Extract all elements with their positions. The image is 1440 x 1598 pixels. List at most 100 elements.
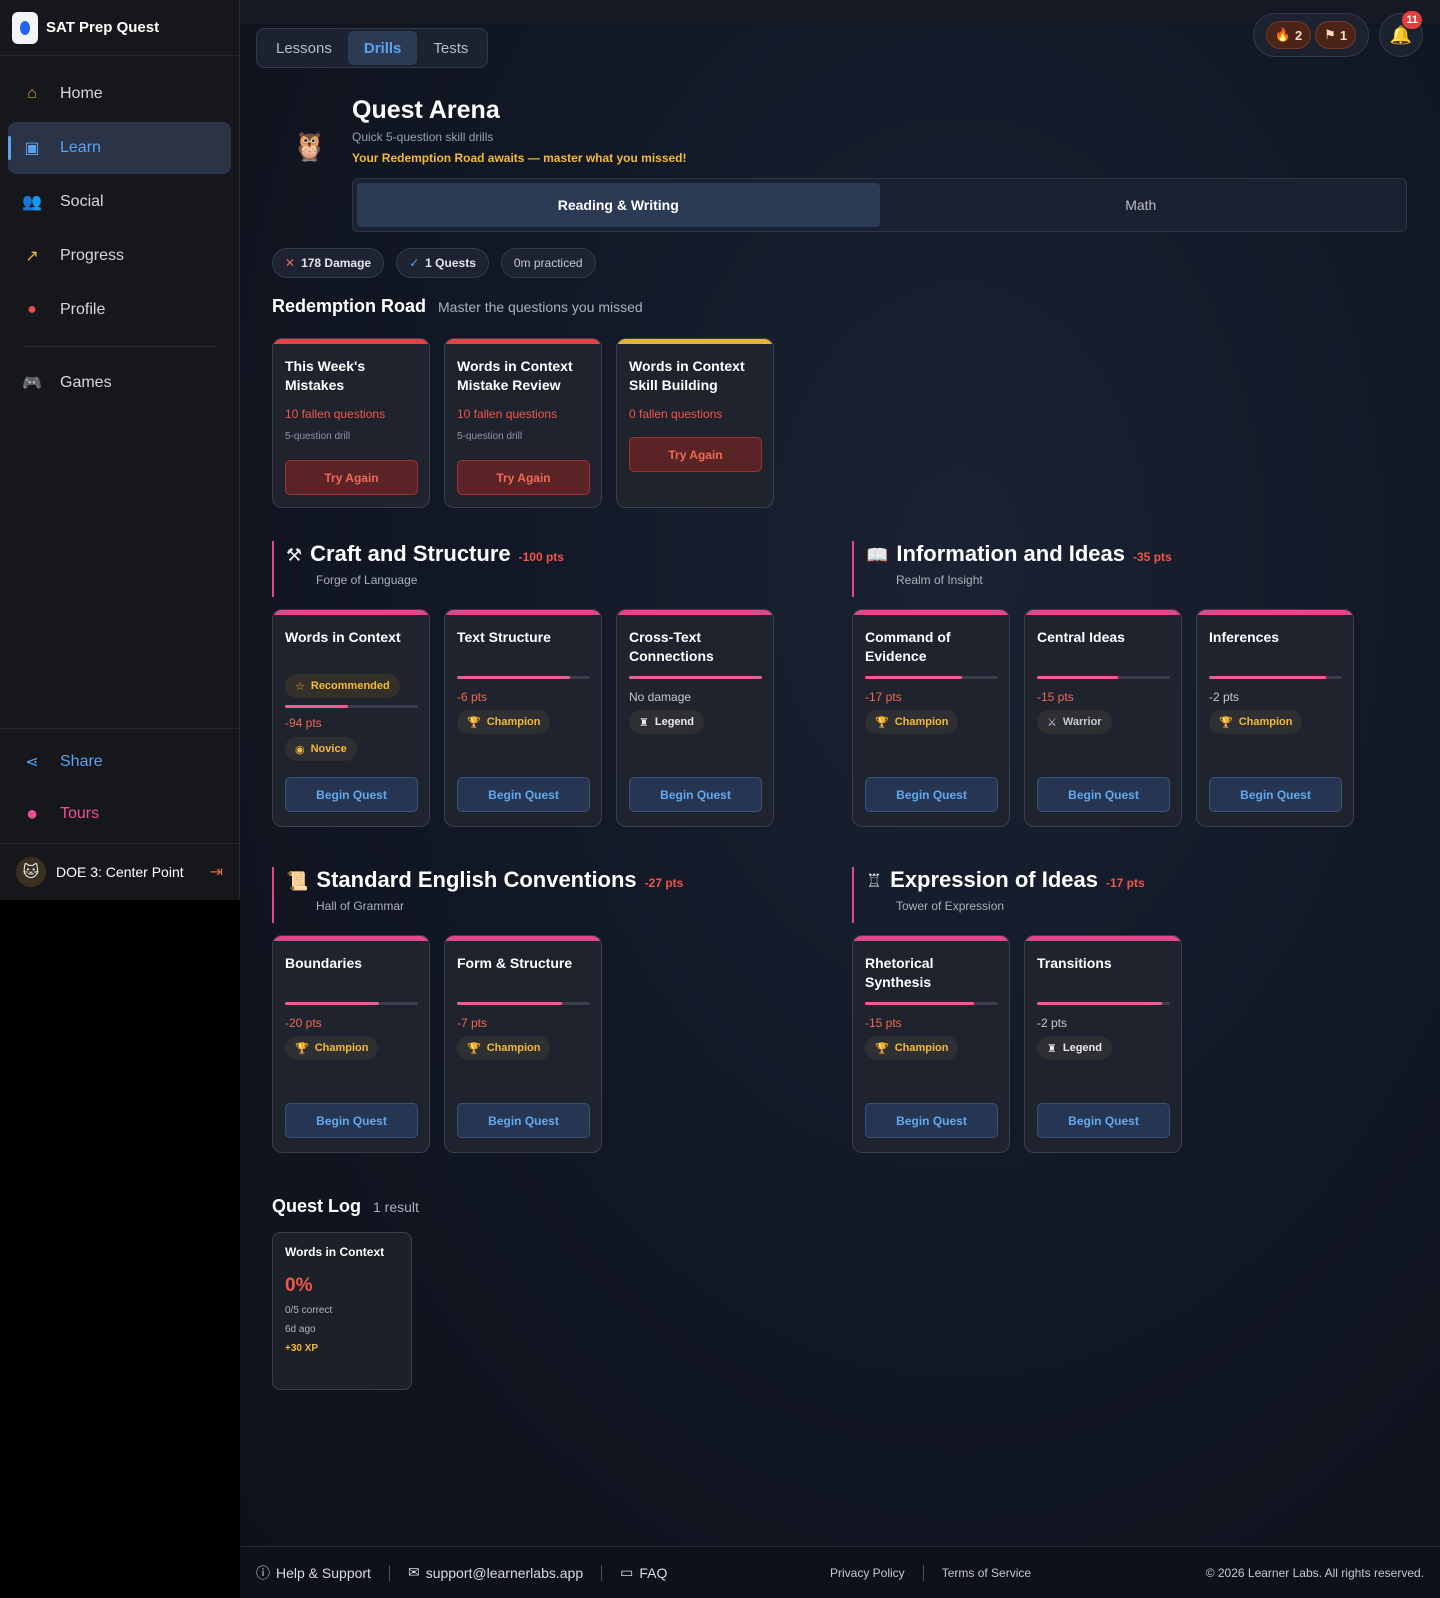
quest-stat[interactable]: ⚑ 1 [1315,21,1357,49]
nav-label: Progress [60,247,125,264]
progress-bar [285,705,418,708]
entry-xp: +30 XP [285,1343,319,1354]
castle-icon: ♜ [639,716,649,729]
trend-up-icon: ↗ [25,248,39,265]
begin-quest-button[interactable]: Begin Quest [1037,1103,1170,1138]
nav-item-tours[interactable]: ● Tours [8,789,231,839]
begin-quest-button[interactable]: Begin Quest [865,777,998,812]
progress-bar [1209,676,1342,679]
help-icon: ⓘ [256,1564,270,1581]
castle-icon: ♜ [1047,1042,1057,1055]
category-expr-header: ♖ Expression of Ideas -17 pts Tower of E… [852,867,1145,923]
nav-item-games[interactable]: 🎮 Games [8,357,231,409]
category-title: Craft and Structure [310,541,511,566]
try-again-button[interactable]: Try Again [629,437,762,472]
begin-quest-button[interactable]: Begin Quest [285,1103,418,1138]
sidebar-bottom: ⋖ Share ● Tours [0,728,239,847]
nav-item-learn[interactable]: ▣ Learn [8,122,231,174]
category-subtitle: Forge of Language [316,573,418,587]
swords-icon: ⚔ [1047,716,1057,729]
faq-link[interactable]: ▭ FAQ [620,1564,667,1581]
footer-divider [388,1564,390,1581]
quest-log-entry[interactable]: Words in Context 0% 0/5 correct 6d ago +… [272,1232,412,1390]
category-subtitle: Tower of Expression [896,899,1005,913]
category-points: -35 pts [1133,550,1172,564]
home-icon: ⌂ [27,85,37,102]
subject-reading-writing[interactable]: Reading & Writing [357,183,880,227]
skill-card: Transitions -2 pts ♜ Legend Begin Quest [1024,935,1182,1153]
novice-icon: ◉ [295,743,305,756]
begin-quest-button[interactable]: Begin Quest [457,777,590,812]
notifications-button[interactable]: 🔔 11 [1379,11,1423,57]
streak-count: 2 [1295,27,1303,43]
category-info-header: 📖 Information and Ideas -35 pts Realm of… [852,541,1172,597]
sidebar: SAT Prep Quest ⌂ Home ▣ Learn 👥 Social ↗… [0,0,240,900]
tab-tests[interactable]: Tests [417,31,484,65]
begin-quest-button[interactable]: Begin Quest [457,1103,590,1138]
begin-quest-button[interactable]: Begin Quest [1037,777,1170,812]
check-icon: ✓ [409,256,420,270]
entry-correct: 0/5 correct [285,1305,333,1316]
progress-fill [865,1002,975,1005]
skill-card: Cross-Text Connections No damage ♜ Legend… [616,609,774,827]
damage-points: -20 pts [285,1016,322,1030]
subject-math[interactable]: Math [880,183,1403,227]
brand-logo-icon [12,11,38,44]
badge-label: Champion [486,716,541,728]
skill-card: Boundaries -20 pts 🏆 Champion Begin Quest [272,935,430,1153]
terms-link[interactable]: Terms of Service [942,1566,1031,1580]
owl-mascot-icon: 🦉 [292,131,327,162]
redemption-alert: Your Redemption Road awaits — master wha… [352,151,687,165]
begin-quest-button[interactable]: Begin Quest [285,777,418,812]
try-again-button[interactable]: Try Again [285,460,418,495]
streak-stat[interactable]: 🔥 2 [1265,21,1312,49]
nav-item-progress[interactable]: ↗ Progress [8,230,231,282]
footer-divider [601,1564,603,1581]
practiced-value: 0m practiced [513,256,583,270]
nav-item-share[interactable]: ⋖ Share [8,737,231,787]
flame-icon: 🔥 [1274,27,1292,42]
damage-points: -7 pts [457,1016,488,1030]
rank-badge: 🏆 Champion [865,1036,959,1060]
damage-points: -2 pts [1037,1016,1068,1030]
avatar[interactable]: 🐱 [16,856,46,887]
email-link[interactable]: ✉ support@learnerlabs.app [408,1564,583,1581]
nav-label: Home [60,85,103,102]
nav-label: Tours [60,805,100,822]
privacy-link[interactable]: Privacy Policy [830,1566,905,1580]
card-title: Cross-Text Connections [629,629,714,664]
stats-pill: 🔥 2 ⚑ 1 [1253,13,1369,57]
category-craft-header: ⚒ Craft and Structure -100 pts Forge of … [272,541,564,597]
recommended-badge: ☆ Recommended [285,674,400,698]
begin-quest-button[interactable]: Begin Quest [1209,777,1342,812]
tab-drills[interactable]: Drills [347,31,418,65]
logout-icon[interactable]: ⇥ [210,862,223,882]
redemption-card: Words in Context Skill Building 0 fallen… [616,338,774,508]
stat-chips: ✕ 178 Damage ✓ 1 Quests 0m practiced [272,248,596,278]
star-icon: ☆ [295,680,305,693]
result-count: 1 result [373,1199,419,1215]
begin-quest-button[interactable]: Begin Quest [629,777,762,812]
nav-item-social[interactable]: 👥 Social [8,176,231,228]
trophy-icon: 🏆 [1219,716,1233,729]
progress-fill [1209,676,1327,679]
card-title: This Week's Mistakes [285,358,366,393]
fallen-count: 0 fallen questions [629,407,723,421]
progress-fill [285,1002,380,1005]
progress-fill [865,676,963,679]
entry-title: Words in Context [285,1245,385,1259]
help-link[interactable]: ⓘ Help & Support [256,1563,371,1583]
brand[interactable]: SAT Prep Quest [0,0,239,56]
nav-item-profile[interactable]: ● Profile [8,284,231,336]
begin-quest-button[interactable]: Begin Quest [865,1103,998,1138]
tab-lessons[interactable]: Lessons [260,31,348,65]
badge-label: Champion [894,716,949,728]
legal-links: Privacy Policy Terms of Service [830,1564,1031,1581]
try-again-button[interactable]: Try Again [457,460,590,495]
nav-item-home[interactable]: ⌂ Home [8,68,231,120]
skill-card: Rhetorical Synthesis -15 pts 🏆 Champion B… [852,935,1010,1153]
progress-fill [629,676,762,679]
skill-card: Central Ideas -15 pts ⚔ Warrior Begin Que… [1024,609,1182,827]
badge-label: Champion [486,1042,541,1054]
faq-label: FAQ [639,1564,668,1581]
